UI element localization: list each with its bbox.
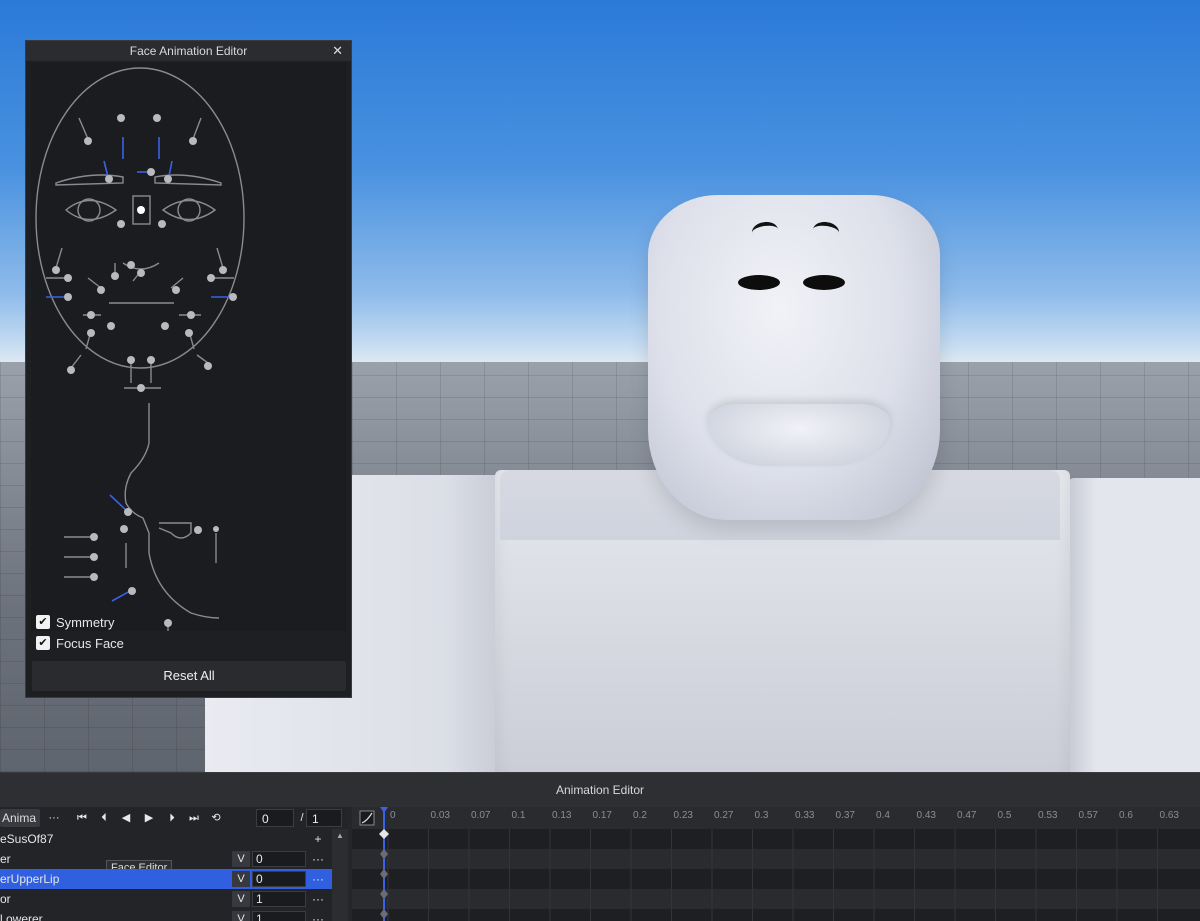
- previous-frame-icon[interactable]: ⏴: [94, 809, 114, 827]
- track-list-panel: Anima ··· ⏮ ⏴ ◀ ▶ ⏵ ⏭ ⟲ 0 / 1 eSusOf87 +…: [0, 807, 348, 921]
- right-eye: [803, 275, 845, 290]
- loop-icon[interactable]: ⟲: [206, 809, 226, 827]
- close-icon[interactable]: ✕: [332, 41, 343, 61]
- value-toggle[interactable]: V: [232, 871, 250, 887]
- track-row-selected[interactable]: erUpperLip V 0 ···: [0, 869, 332, 889]
- total-frames-input[interactable]: 1: [306, 809, 342, 827]
- keyframe: [380, 889, 388, 899]
- track-row-root[interactable]: eSusOf87 +: [0, 829, 332, 849]
- keyframe: [380, 869, 388, 879]
- keyframe: [380, 909, 388, 919]
- track-scrollbar[interactable]: ▲: [332, 829, 348, 921]
- track-name: erUpperLip: [0, 872, 60, 886]
- left-brow-shape: [55, 174, 124, 186]
- face-controls-canvas[interactable]: [31, 63, 347, 641]
- left-iris: [77, 198, 101, 222]
- current-frame-input[interactable]: 0: [256, 809, 294, 827]
- animation-editor: Animation Editor Anima ··· ⏮ ⏴ ◀ ▶ ⏵ ⏭ ⟲…: [0, 772, 1200, 921]
- symmetry-checkbox[interactable]: ✔ Symmetry: [36, 613, 115, 631]
- character-head[interactable]: [648, 195, 940, 520]
- profile-outline: [124, 403, 220, 619]
- checkmark-icon[interactable]: ✔: [36, 615, 50, 629]
- value-field[interactable]: 1: [252, 891, 306, 907]
- track-name: eSusOf87: [0, 832, 54, 846]
- value-field[interactable]: 0: [252, 871, 306, 887]
- skip-to-end-icon[interactable]: ⏭: [184, 809, 204, 827]
- track-more-button[interactable]: ···: [310, 909, 326, 921]
- more-options-button[interactable]: ···: [44, 809, 64, 827]
- lower-lip: [708, 404, 890, 466]
- left-eye: [738, 275, 780, 290]
- track-row[interactable]: l owerer V 1 ···: [0, 909, 332, 921]
- track-name: or: [0, 892, 11, 906]
- panel-title: Face Animation Editor: [129, 44, 248, 58]
- slider-knob: [117, 114, 125, 122]
- keyframes-layer: [379, 807, 389, 921]
- right-arm-block: [1068, 478, 1200, 772]
- right-iris: [177, 198, 201, 222]
- value-field[interactable]: 0: [252, 851, 306, 867]
- right-eye-shape: [161, 199, 217, 221]
- animation-editor-title: Animation Editor: [0, 773, 1200, 807]
- keyframe: [380, 849, 388, 859]
- add-track-button[interactable]: +: [310, 829, 326, 849]
- jaw-shape: [158, 522, 192, 539]
- focus-face-checkbox[interactable]: ✔ Focus Face: [36, 634, 124, 652]
- reset-all-button[interactable]: Reset All: [32, 661, 346, 691]
- keyframe-root: [379, 829, 389, 839]
- track-more-button[interactable]: ···: [310, 889, 326, 909]
- left-eye-shape: [64, 199, 118, 221]
- checkmark-icon[interactable]: ✔: [36, 636, 50, 650]
- timeline[interactable]: 0 0.03 0.07 0.1 0.13 0.17 0.2 0.23 0.27 0.3 0.33 0.…: [352, 807, 1200, 921]
- symmetry-label: Symmetry: [56, 614, 115, 630]
- play-icon[interactable]: ▶: [139, 809, 159, 827]
- track-name: er: [0, 852, 11, 866]
- value-toggle[interactable]: V: [232, 851, 250, 867]
- panel-title-bar: Face Animation Editor ✕: [26, 41, 351, 61]
- track-more-button[interactable]: ···: [310, 849, 326, 869]
- value-toggle[interactable]: V: [232, 891, 250, 907]
- scroll-up-icon[interactable]: ▲: [332, 829, 348, 843]
- face-animation-editor-panel: Face Animation Editor ✕ ✔ Symmetry ✔ Foc…: [25, 40, 352, 698]
- focus-face-label: Focus Face: [56, 635, 124, 651]
- track-more-button[interactable]: ···: [310, 869, 326, 889]
- track-row[interactable]: or V 1 ···: [0, 889, 332, 909]
- play-backward-icon[interactable]: ◀: [116, 809, 136, 827]
- next-frame-icon[interactable]: ⏵: [162, 809, 182, 827]
- track-name: l owerer: [0, 912, 43, 921]
- playback-toolbar: Anima ··· ⏮ ⏴ ◀ ▶ ⏵ ⏭ ⟲ 0 / 1: [0, 807, 348, 829]
- face-diagram: [35, 67, 245, 641]
- animation-name-field[interactable]: Anima: [0, 809, 40, 827]
- track-row[interactable]: er V 0 ···: [0, 849, 332, 869]
- face-outline: [35, 67, 245, 369]
- skip-to-start-icon[interactable]: ⏮: [72, 809, 92, 827]
- playhead-handle-icon: [380, 807, 388, 813]
